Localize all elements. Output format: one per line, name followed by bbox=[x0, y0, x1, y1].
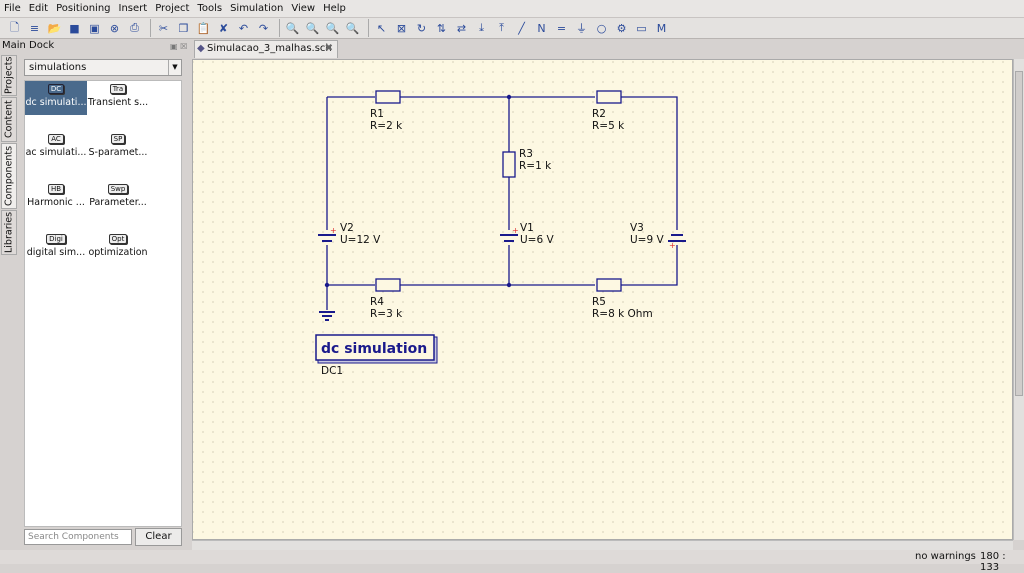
dock-title: Main Dock bbox=[2, 40, 55, 51]
cursor-coords: 180 : 133 bbox=[980, 551, 1006, 573]
component-item[interactable]: HB Harmonic ... bbox=[25, 181, 87, 215]
component-label: Harmonic ... bbox=[27, 197, 85, 208]
zoom-selection-icon[interactable]: 🔍 bbox=[344, 20, 361, 37]
paste-icon[interactable]: 📋 bbox=[195, 20, 212, 37]
tab-content[interactable]: Content bbox=[1, 97, 17, 142]
exit-subcircuit-icon[interactable]: ⤒ bbox=[493, 20, 510, 37]
deactivate-icon[interactable]: ⊠ bbox=[393, 20, 410, 37]
simulation-icon: HB bbox=[47, 184, 65, 194]
open-icon[interactable]: 📂 bbox=[46, 20, 63, 37]
scrollbar-thumb[interactable] bbox=[1015, 71, 1023, 396]
simulation-icon: SP bbox=[110, 134, 126, 144]
warnings-status: no warnings bbox=[915, 551, 976, 562]
search-components-input[interactable]: Search Components bbox=[24, 529, 132, 545]
menu-file[interactable]: File bbox=[4, 3, 21, 14]
toolbar-separator bbox=[368, 19, 369, 37]
simulation-icon: AC bbox=[48, 134, 64, 144]
status-bar: no warnings 180 : 133 bbox=[0, 550, 1024, 573]
wire-icon[interactable]: ╱ bbox=[513, 20, 530, 37]
component-label: dc simulati... bbox=[25, 97, 87, 108]
tab-libraries[interactable]: Libraries bbox=[1, 210, 17, 255]
menu-bar: File Edit Positioning Insert Project Tools Sim… bbox=[0, 0, 1024, 17]
component-label: S-paramet... bbox=[88, 147, 148, 158]
component-item[interactable]: Opt optimization bbox=[87, 231, 149, 265]
dock-tabs: Projects Content Components Libraries bbox=[0, 55, 18, 255]
menu-help[interactable]: Help bbox=[323, 3, 346, 14]
component-label: Parameter... bbox=[89, 197, 147, 208]
document-tab[interactable]: ◆ Simulacao_3_malhas.sch ✖ bbox=[194, 40, 338, 58]
menu-edit[interactable]: Edit bbox=[29, 3, 48, 14]
simulate-icon[interactable]: ⚙ bbox=[613, 20, 630, 37]
wire-label-icon[interactable]: N bbox=[533, 20, 550, 37]
menu-tools[interactable]: Tools bbox=[197, 3, 222, 14]
save-icon[interactable]: ■ bbox=[66, 20, 83, 37]
copy-icon[interactable]: ❐ bbox=[175, 20, 192, 37]
select-icon[interactable]: ↖ bbox=[373, 20, 390, 37]
category-value: simulations bbox=[29, 62, 87, 73]
delete-icon[interactable]: ✘ bbox=[215, 20, 232, 37]
zoom-fit-icon[interactable]: 🔍 bbox=[284, 20, 301, 37]
toolbar-separator bbox=[279, 19, 280, 37]
simulation-icon: Swp bbox=[107, 184, 129, 194]
menu-view[interactable]: View bbox=[291, 3, 315, 14]
vertical-scrollbar[interactable] bbox=[1013, 59, 1024, 540]
component-item[interactable]: AC ac simulati... bbox=[25, 131, 87, 165]
chevron-down-icon: ▼ bbox=[168, 60, 181, 75]
close-icon[interactable]: ⊗ bbox=[106, 20, 123, 37]
enter-subcircuit-icon[interactable]: ⤓ bbox=[473, 20, 490, 37]
port-icon[interactable]: ○ bbox=[593, 20, 610, 37]
component-label: Transient s... bbox=[87, 97, 149, 108]
tab-projects[interactable]: Projects bbox=[1, 55, 17, 96]
ground-icon[interactable]: ⏚ bbox=[573, 20, 590, 37]
component-label: digital sim... bbox=[26, 247, 86, 258]
menu-simulation[interactable]: Simulation bbox=[230, 3, 283, 14]
redo-icon[interactable]: ↷ bbox=[255, 20, 272, 37]
component-item[interactable]: SP S-paramet... bbox=[87, 131, 149, 165]
schematic-canvas[interactable] bbox=[192, 59, 1013, 540]
tab-components[interactable]: Components bbox=[1, 143, 17, 209]
component-item[interactable]: Tra Transient s... bbox=[87, 81, 149, 115]
undo-icon[interactable]: ↶ bbox=[235, 20, 252, 37]
equation-icon[interactable]: = bbox=[553, 20, 570, 37]
close-tab-icon[interactable]: ✖ bbox=[325, 41, 333, 57]
document-icon: ◆ bbox=[197, 43, 205, 54]
simulation-icon: Digi bbox=[46, 234, 66, 244]
document-tab-label: Simulacao_3_malhas.sch bbox=[207, 43, 332, 54]
toolbar-separator bbox=[150, 19, 151, 37]
category-select[interactable]: simulations ▼ bbox=[24, 59, 182, 76]
component-list: DC dc simulati... Tra Transient s... AC ac si… bbox=[24, 80, 182, 527]
zoom-in-icon[interactable]: 🔍 bbox=[304, 20, 321, 37]
save-all-icon[interactable]: ▣ bbox=[86, 20, 103, 37]
mirror-x-icon[interactable]: ⇅ bbox=[433, 20, 450, 37]
marker-icon[interactable]: M bbox=[653, 20, 670, 37]
component-item[interactable]: DC dc simulati... bbox=[25, 81, 87, 115]
zoom-out-icon[interactable]: 🔍 bbox=[324, 20, 341, 37]
menu-project[interactable]: Project bbox=[155, 3, 189, 14]
simulation-icon: DC bbox=[47, 84, 65, 94]
menu-insert[interactable]: Insert bbox=[119, 3, 148, 14]
cut-icon[interactable]: ✂ bbox=[155, 20, 172, 37]
dock-float-close-buttons[interactable]: ▣ ☒ bbox=[170, 42, 187, 51]
simulation-icon: Opt bbox=[108, 234, 128, 244]
horizontal-scrollbar[interactable] bbox=[192, 540, 1013, 550]
new-text-icon[interactable]: ≡ bbox=[26, 20, 43, 37]
clear-button[interactable]: Clear bbox=[135, 528, 182, 546]
print-icon[interactable]: ⎙ bbox=[126, 20, 143, 37]
view-data-icon[interactable]: ▭ bbox=[633, 20, 650, 37]
component-item[interactable]: Swp Parameter... bbox=[87, 181, 149, 215]
component-item[interactable]: Digi digital sim... bbox=[25, 231, 87, 265]
toolbar: 🗋 ≡ 📂 ■ ▣ ⊗ ⎙ ✂ ❐ 📋 ✘ ↶ ↷ 🔍 🔍 🔍 🔍 ↖ ⊠ ↻ ⇅ ⇄ ⤓ ⤒ ╱ N = ⏚ ○ ⚙ ▭ M bbox=[0, 17, 1024, 39]
rotate-icon[interactable]: ↻ bbox=[413, 20, 430, 37]
component-label: optimization bbox=[88, 247, 148, 258]
new-document-icon[interactable]: 🗋 bbox=[6, 20, 23, 37]
component-label: ac simulati... bbox=[25, 147, 87, 158]
simulation-icon: Tra bbox=[109, 84, 127, 94]
menu-positioning[interactable]: Positioning bbox=[56, 3, 110, 14]
mirror-y-icon[interactable]: ⇄ bbox=[453, 20, 470, 37]
